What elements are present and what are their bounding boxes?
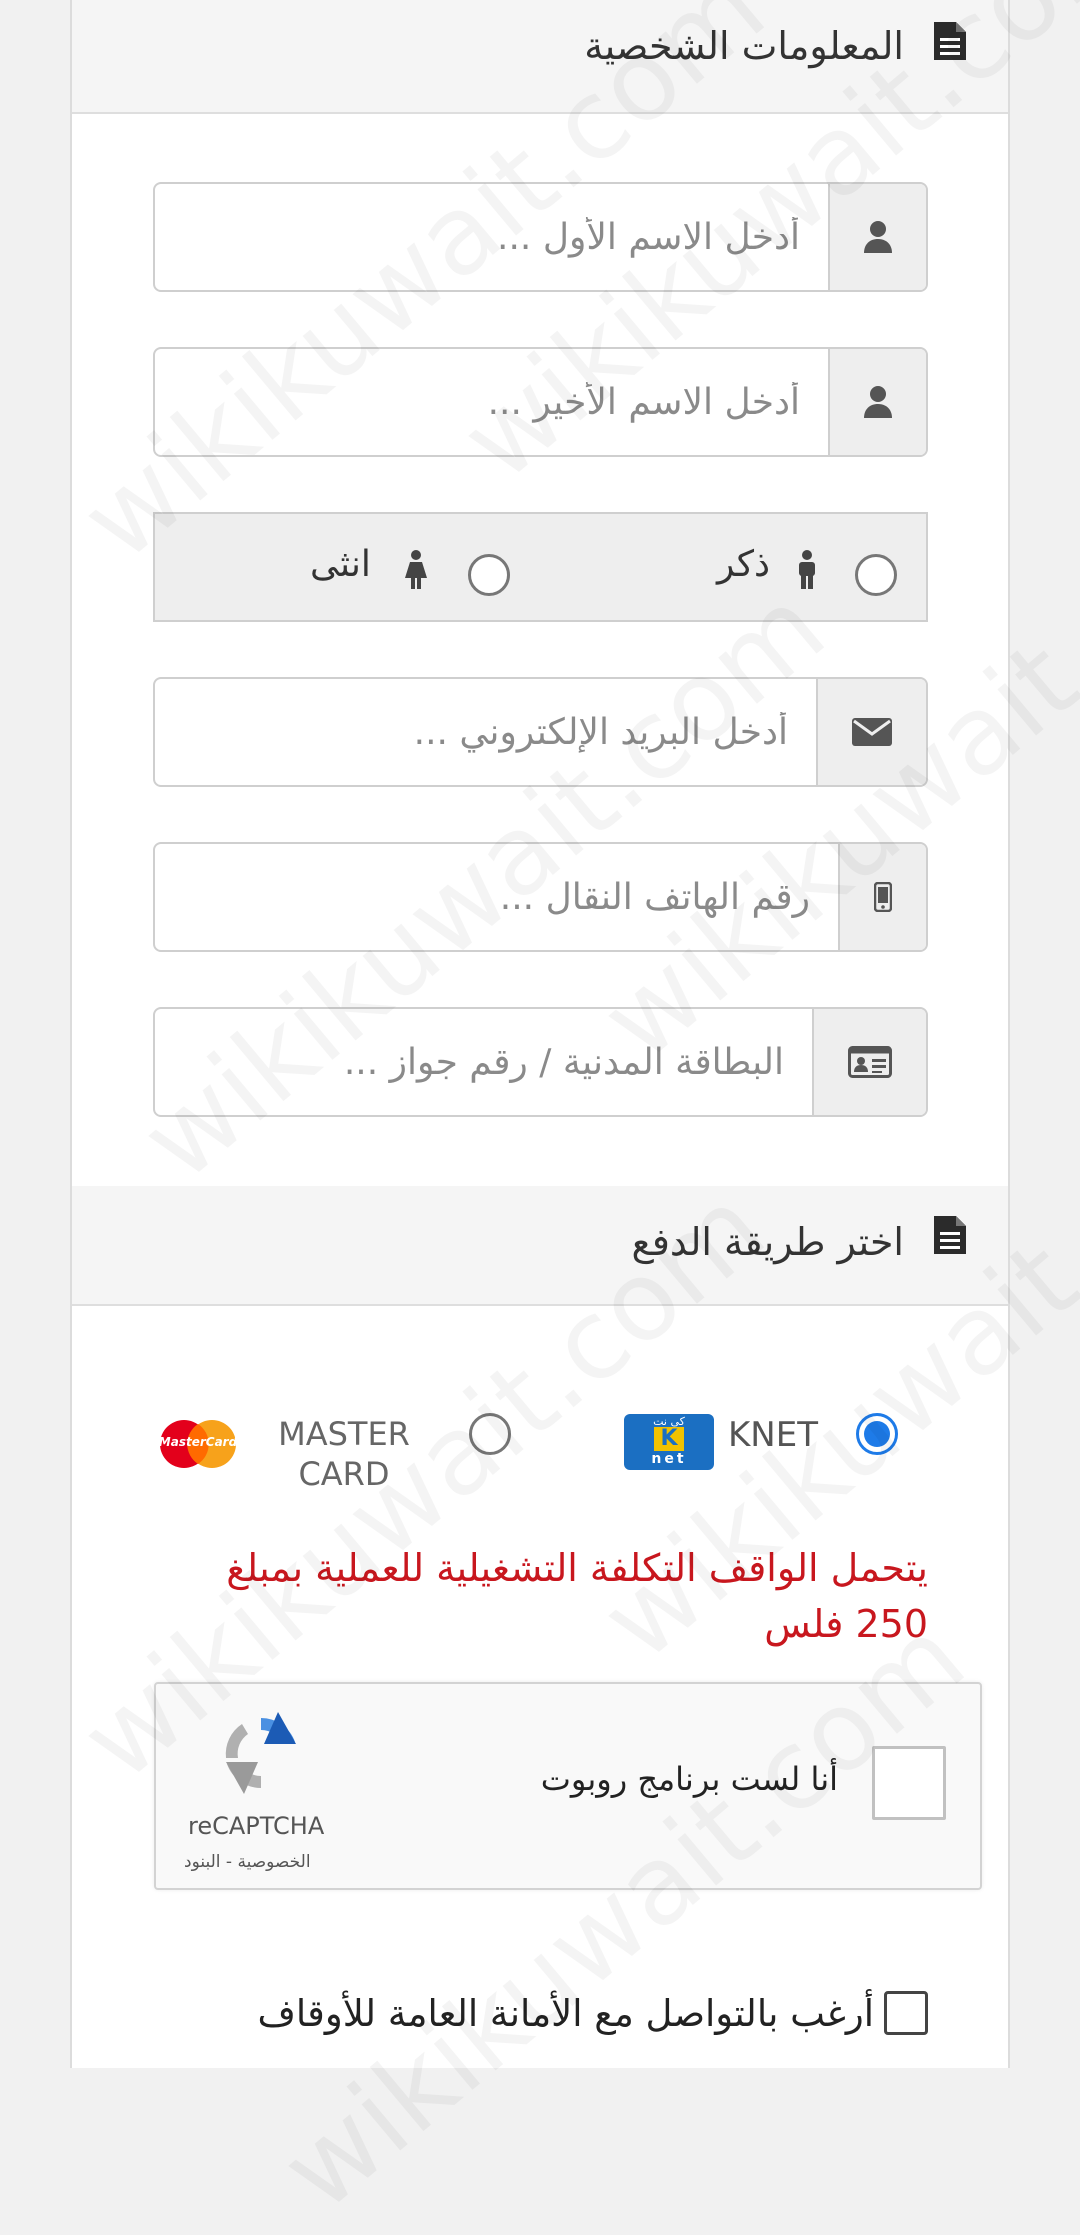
document-icon (932, 20, 968, 66)
mastercard-label: MASTER CARD (270, 1414, 418, 1494)
first-name-field[interactable] (153, 182, 928, 292)
fee-note: يتحمل الواقف التكلفة التشغيلية للعملية ب… (226, 1546, 928, 1646)
mastercard-logo-text: MasterCard (158, 1435, 238, 1449)
mastercard-logo: MasterCard (156, 1419, 240, 1469)
female-radio[interactable] (468, 554, 510, 596)
payment-method-header: اختر طريقة الدفع (72, 1186, 1008, 1306)
user-icon (828, 184, 926, 290)
civil-id-field[interactable] (153, 1007, 928, 1117)
recaptcha-privacy-link[interactable]: الخصوصية (237, 1852, 310, 1872)
envelope-icon (816, 679, 926, 785)
male-label: ذكر (717, 544, 771, 585)
male-radio[interactable] (855, 554, 897, 596)
user-icon (828, 349, 926, 455)
male-icon (795, 550, 819, 594)
mastercard-radio[interactable] (469, 1413, 511, 1455)
mobile-icon (838, 844, 926, 950)
email-input[interactable] (155, 679, 818, 785)
last-name-input[interactable] (155, 349, 830, 455)
recaptcha-label: أنا لست برنامج روبوت (540, 1760, 838, 1798)
payment-method-title: اختر طريقة الدفع (631, 1220, 905, 1264)
recaptcha-checkbox[interactable] (872, 1746, 946, 1820)
document-icon (932, 1214, 968, 1260)
gender-selector: ذكر انثى (153, 512, 928, 622)
recaptcha-separator: - (220, 1852, 238, 1872)
recaptcha-brand: reCAPTCHA (188, 1812, 325, 1840)
mobile-field[interactable] (153, 842, 928, 952)
knet-logo: كي نت K net (624, 1414, 714, 1470)
knet-logo-letter: K (654, 1427, 684, 1451)
female-icon (403, 550, 429, 594)
recaptcha-links: الخصوصية - البنود (184, 1852, 311, 1872)
recaptcha-widget: أنا لست برنامج روبوت reCAPTCHA الخصوصية … (154, 1682, 982, 1890)
id-card-icon (812, 1009, 926, 1115)
contact-optin-label: أرغب بالتواصل مع الأمانة العامة للأوقاف (257, 1992, 874, 2035)
email-field[interactable] (153, 677, 928, 787)
first-name-input[interactable] (155, 184, 830, 290)
personal-info-title: المعلومات الشخصية (584, 24, 904, 68)
contact-optin-checkbox[interactable] (884, 1991, 928, 2035)
knet-label: KNET (728, 1415, 818, 1455)
mastercard-label-line1: MASTER (278, 1415, 410, 1453)
female-label: انثى (310, 544, 371, 585)
personal-info-header: المعلومات الشخصية (72, 0, 1008, 114)
mastercard-label-line2: CARD (298, 1455, 390, 1493)
recaptcha-terms-link[interactable]: البنود (184, 1852, 221, 1872)
civil-id-input[interactable] (155, 1009, 814, 1115)
mobile-input[interactable] (155, 844, 840, 950)
last-name-field[interactable] (153, 347, 928, 457)
knet-radio[interactable] (856, 1413, 898, 1455)
recaptcha-logo-icon (218, 1712, 304, 1798)
knet-logo-bottom-text: net (651, 1451, 687, 1467)
